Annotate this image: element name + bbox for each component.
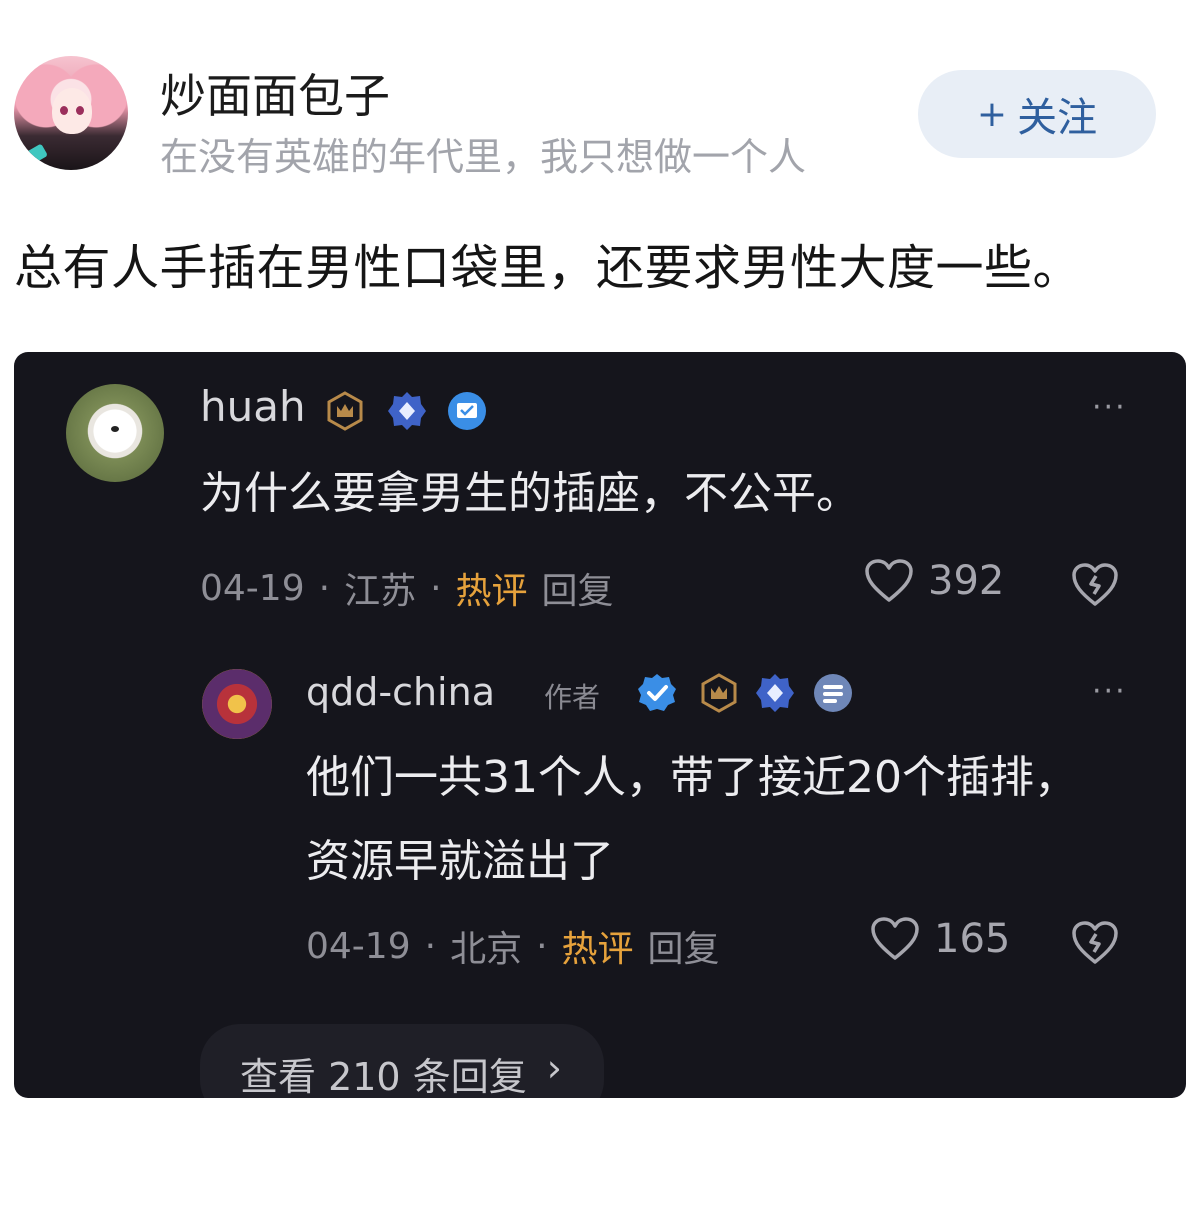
reply-text-line: 资源早就溢出了 xyxy=(306,836,614,887)
comment-meta: 04-19 · 江苏 · 热评 回复 xyxy=(200,562,614,614)
comment-text: 为什么要拿男生的插座，不公平。 xyxy=(200,468,860,519)
reply-text: 他们一共31个人，带了接近20个插排， 资源早就溢出了 xyxy=(306,736,1078,904)
diamond-badge-icon xyxy=(386,390,428,432)
diamond-badge-icon xyxy=(754,672,796,714)
like-count: 165 xyxy=(934,916,1011,962)
hot-comment-badge: 热评 xyxy=(561,929,634,970)
post-text: 总有人手插在男性口袋里，还要求男性大度一些。 xyxy=(14,240,1082,296)
meta-separator: · xyxy=(430,567,442,609)
meta-separator: · xyxy=(424,925,437,967)
reply-text-line: 他们一共31个人，带了接近20个插排， xyxy=(306,752,1078,803)
hot-comment-badge: 热评 xyxy=(455,571,528,612)
replier-avatar[interactable] xyxy=(202,669,272,739)
heart-icon xyxy=(865,559,913,602)
comment-date: 04-19 xyxy=(200,567,305,609)
like-button[interactable]: 392 xyxy=(864,558,1004,604)
reply-location: 北京 xyxy=(450,929,523,970)
reply-date: 04-19 xyxy=(306,925,411,967)
reply-meta: 04-19 · 北京 · 热评 回复 xyxy=(306,920,720,972)
crown-badge-icon xyxy=(324,390,366,432)
follow-button[interactable]: + 关注 xyxy=(918,70,1156,158)
comment-screenshot: huah ··· 为什么要拿男生的插座，不公平。 04-19 · 江苏 · 热评… xyxy=(14,352,1186,1098)
poster-name[interactable]: 炒面面包子 xyxy=(160,60,390,126)
reply-button[interactable]: 回复 xyxy=(542,562,614,614)
broken-heart-icon[interactable] xyxy=(1070,918,1120,968)
crown-badge-icon xyxy=(698,672,740,714)
verified-badge-icon xyxy=(636,672,678,714)
heart-icon xyxy=(871,917,919,960)
commenter-name[interactable]: huah xyxy=(200,382,306,431)
commenter-avatar[interactable] xyxy=(66,384,164,482)
meta-separator: · xyxy=(536,925,548,967)
view-replies-button[interactable]: 查看 210 条回复 › xyxy=(200,1024,604,1098)
author-tag: 作者 xyxy=(544,681,601,714)
reply-button[interactable]: 回复 xyxy=(648,920,720,972)
level-badge-icon xyxy=(812,672,854,714)
more-dots-icon[interactable]: ··· xyxy=(1092,390,1127,425)
poster-avatar[interactable] xyxy=(14,56,128,170)
view-replies-label: 查看 210 条回复 xyxy=(240,1055,527,1098)
meta-separator: · xyxy=(318,567,331,609)
plus-icon: + xyxy=(976,93,1008,135)
broken-heart-icon[interactable] xyxy=(1070,560,1120,610)
follow-label: 关注 xyxy=(1017,95,1098,141)
replier-name[interactable]: qdd-china xyxy=(306,670,495,714)
poster-signature: 在没有英雄的年代里，我只想做一个人 xyxy=(160,135,807,179)
verified-badge-icon xyxy=(446,390,488,432)
like-count: 392 xyxy=(928,558,1005,604)
like-button[interactable]: 165 xyxy=(870,916,1010,962)
chevron-right-icon: › xyxy=(546,1046,562,1090)
more-dots-icon[interactable]: ··· xyxy=(1092,674,1127,709)
comment-location: 江苏 xyxy=(344,571,417,612)
